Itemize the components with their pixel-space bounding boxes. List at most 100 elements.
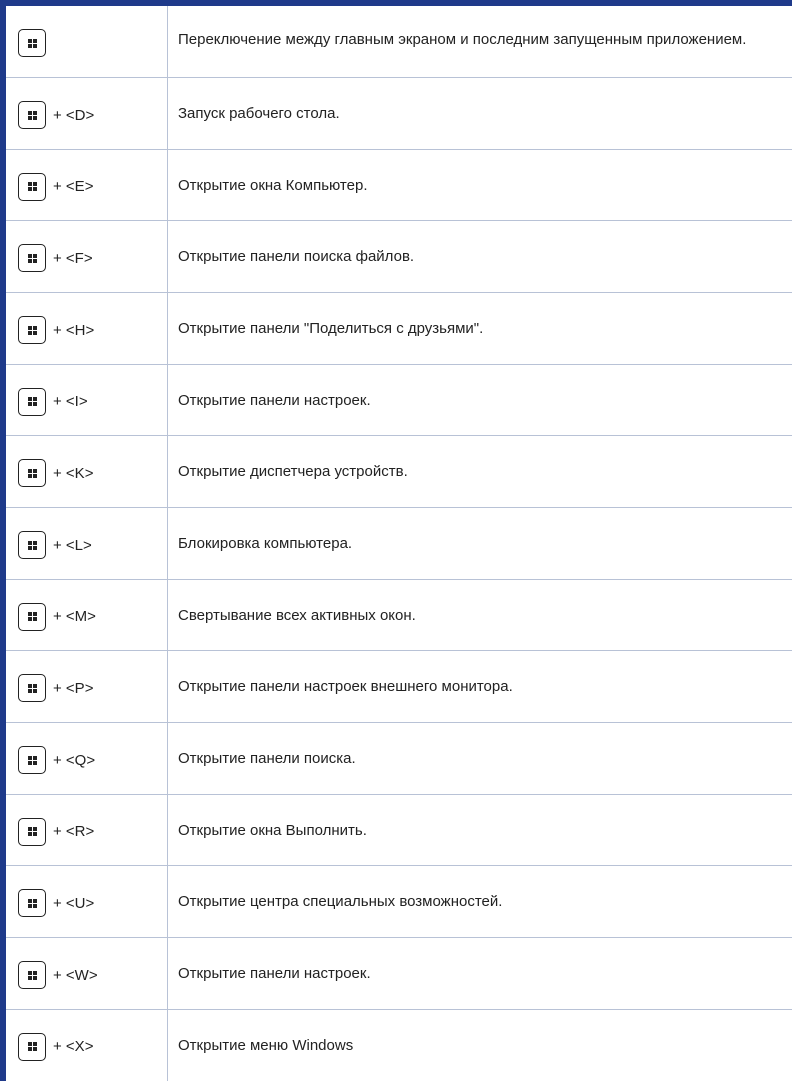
windows-key-icon <box>18 459 46 488</box>
windows-key-icon <box>18 316 46 345</box>
windows-logo-icon <box>27 253 37 263</box>
shortcut-description-cell: Открытие панели поиска. <box>167 722 792 795</box>
windows-logo-icon <box>27 38 37 48</box>
shortcut-keys-cell: + <M> <box>6 579 168 652</box>
key-combo: + <H> <box>6 293 167 345</box>
shortcut-rows: Переключение между главным экраном и пос… <box>6 6 792 1081</box>
shortcut-description-cell: Открытие панели поиска файлов. <box>167 220 792 294</box>
key-label: + <I> <box>53 393 88 411</box>
windows-logo-icon <box>27 325 37 335</box>
shortcut-keys-cell: + <U> <box>6 865 168 939</box>
shortcut-description-cell: Открытие панели настроек. <box>167 364 792 437</box>
shortcut-keys-cell: + <Q> <box>6 722 168 795</box>
windows-key-icon <box>18 531 46 560</box>
windows-logo-icon <box>27 898 37 908</box>
shortcut-keys-cell: + <K> <box>6 435 168 509</box>
windows-key-icon <box>18 817 46 846</box>
shortcut-description: Запуск рабочего стола. <box>178 105 340 123</box>
windows-key-icon <box>18 244 46 273</box>
windows-logo-icon <box>27 540 37 550</box>
windows-key-icon <box>18 961 46 990</box>
key-label: + <K> <box>53 464 94 482</box>
key-combo: + <X> <box>6 1010 167 1062</box>
key-combo: + <I> <box>6 365 167 417</box>
key-label: + <U> <box>53 894 95 912</box>
shortcut-description: Открытие панели "Поделиться с друзьями". <box>178 320 484 338</box>
shortcut-keys-cell: + <L> <box>6 507 168 580</box>
shortcut-keys-cell: + <H> <box>6 292 168 365</box>
shortcut-keys-cell: + <P> <box>6 650 168 724</box>
key-label: + <E> <box>53 178 94 196</box>
key-label: + <R> <box>53 823 95 841</box>
shortcut-description-cell: Открытие меню Windows <box>168 1009 792 1081</box>
key-label: + <F> <box>53 249 93 267</box>
shortcut-keys-cell <box>6 6 168 79</box>
shortcut-description: Блокировка компьютера. <box>178 535 353 553</box>
shortcut-description-cell: Открытие панели "Поделиться с друзьями". <box>167 292 792 365</box>
shortcut-description-cell: Блокировка компьютера. <box>167 507 792 580</box>
shortcut-description-cell: Открытие центра специальных возможностей… <box>167 865 792 939</box>
shortcut-row: + <X> Открытие меню Windows <box>6 1009 792 1081</box>
windows-key-icon <box>18 387 46 416</box>
windows-key-icon <box>18 602 46 631</box>
shortcut-row: + <M> Свертывание всех активных окон. <box>6 579 792 652</box>
shortcut-row: Переключение между главным экраном и пос… <box>6 6 792 79</box>
windows-logo-icon <box>27 683 37 693</box>
key-combo: + <W> <box>6 938 167 990</box>
shortcut-description: Открытие центра специальных возможностей… <box>178 893 503 911</box>
windows-logo-icon <box>27 110 37 120</box>
shortcut-description-cell: Открытие окна Компьютер. <box>167 149 792 222</box>
shortcut-keys-cell: + <X> <box>6 1009 168 1081</box>
key-combo <box>6 6 167 58</box>
shortcut-description-cell: Свертывание всех активных окон. <box>167 579 792 652</box>
key-combo: + <K> <box>6 436 167 488</box>
key-label: + <X> <box>53 1038 94 1056</box>
windows-key-icon <box>18 29 46 57</box>
windows-key-icon <box>18 101 46 130</box>
windows-logo-icon <box>27 827 37 837</box>
windows-key-icon <box>18 1032 46 1061</box>
key-label: + <D> <box>53 106 95 124</box>
shortcut-row: + <P> Открытие панели настроек внешнего м… <box>6 650 792 724</box>
shortcut-description: Открытие панели поиска файлов. <box>178 248 415 266</box>
shortcut-description: Открытие окна Компьютер. <box>178 176 368 194</box>
key-label: + <M> <box>53 608 96 626</box>
windows-logo-icon <box>27 397 37 407</box>
shortcut-description-cell: Открытие диспетчера устройств. <box>167 435 792 509</box>
shortcut-description: Открытие окна Выполнить. <box>178 821 367 839</box>
windows-logo-icon <box>27 182 37 192</box>
shortcut-keys-cell: + <F> <box>6 220 168 294</box>
shortcut-description-cell: Запуск рабочего стола. <box>167 77 792 150</box>
key-label: + <P> <box>53 679 94 697</box>
key-combo: + <F> <box>6 221 167 273</box>
shortcut-description-cell: Переключение между главным экраном и пос… <box>167 6 792 79</box>
key-combo: + <U> <box>6 866 167 918</box>
windows-logo-icon <box>27 755 37 765</box>
key-label: + <H> <box>53 321 95 339</box>
shortcut-row: + <Q> Открытие панели поиска. <box>6 722 792 795</box>
shortcut-description: Открытие панели настроек. <box>178 965 371 983</box>
shortcut-keys-cell: + <W> <box>6 937 168 1010</box>
windows-key-icon <box>18 746 46 775</box>
shortcut-description-cell: Открытие окна Выполнить. <box>167 794 792 867</box>
shortcut-row: + <K> Открытие диспетчера устройств. <box>6 435 792 509</box>
shortcut-keys-cell: + <E> <box>6 149 168 222</box>
shortcut-row: + <D> Запуск рабочего стола. <box>6 77 792 150</box>
windows-logo-icon <box>27 1042 37 1052</box>
shortcut-keys-cell: + <D> <box>6 77 168 150</box>
shortcut-description: Свертывание всех активных окон. <box>178 606 416 624</box>
windows-logo-icon <box>27 612 37 622</box>
windows-key-icon <box>18 674 46 703</box>
shortcut-row: + <E> Открытие окна Компьютер. <box>6 149 792 222</box>
key-combo: + <D> <box>6 78 167 130</box>
shortcut-row: + <I> Открытие панели настроек. <box>6 364 792 437</box>
shortcut-description: Открытие панели настроек. <box>178 391 371 409</box>
shortcut-keys-cell: + <I> <box>6 364 168 437</box>
shortcut-description-cell: Открытие панели настроек внешнего монито… <box>167 650 792 724</box>
windows-key-icon <box>18 889 46 918</box>
shortcut-table: Переключение между главным экраном и пос… <box>6 6 792 1081</box>
windows-logo-icon <box>27 970 37 980</box>
key-combo: + <L> <box>6 508 167 560</box>
shortcut-description: Открытие панели поиска. <box>178 750 356 768</box>
key-label: + <W> <box>53 966 98 984</box>
